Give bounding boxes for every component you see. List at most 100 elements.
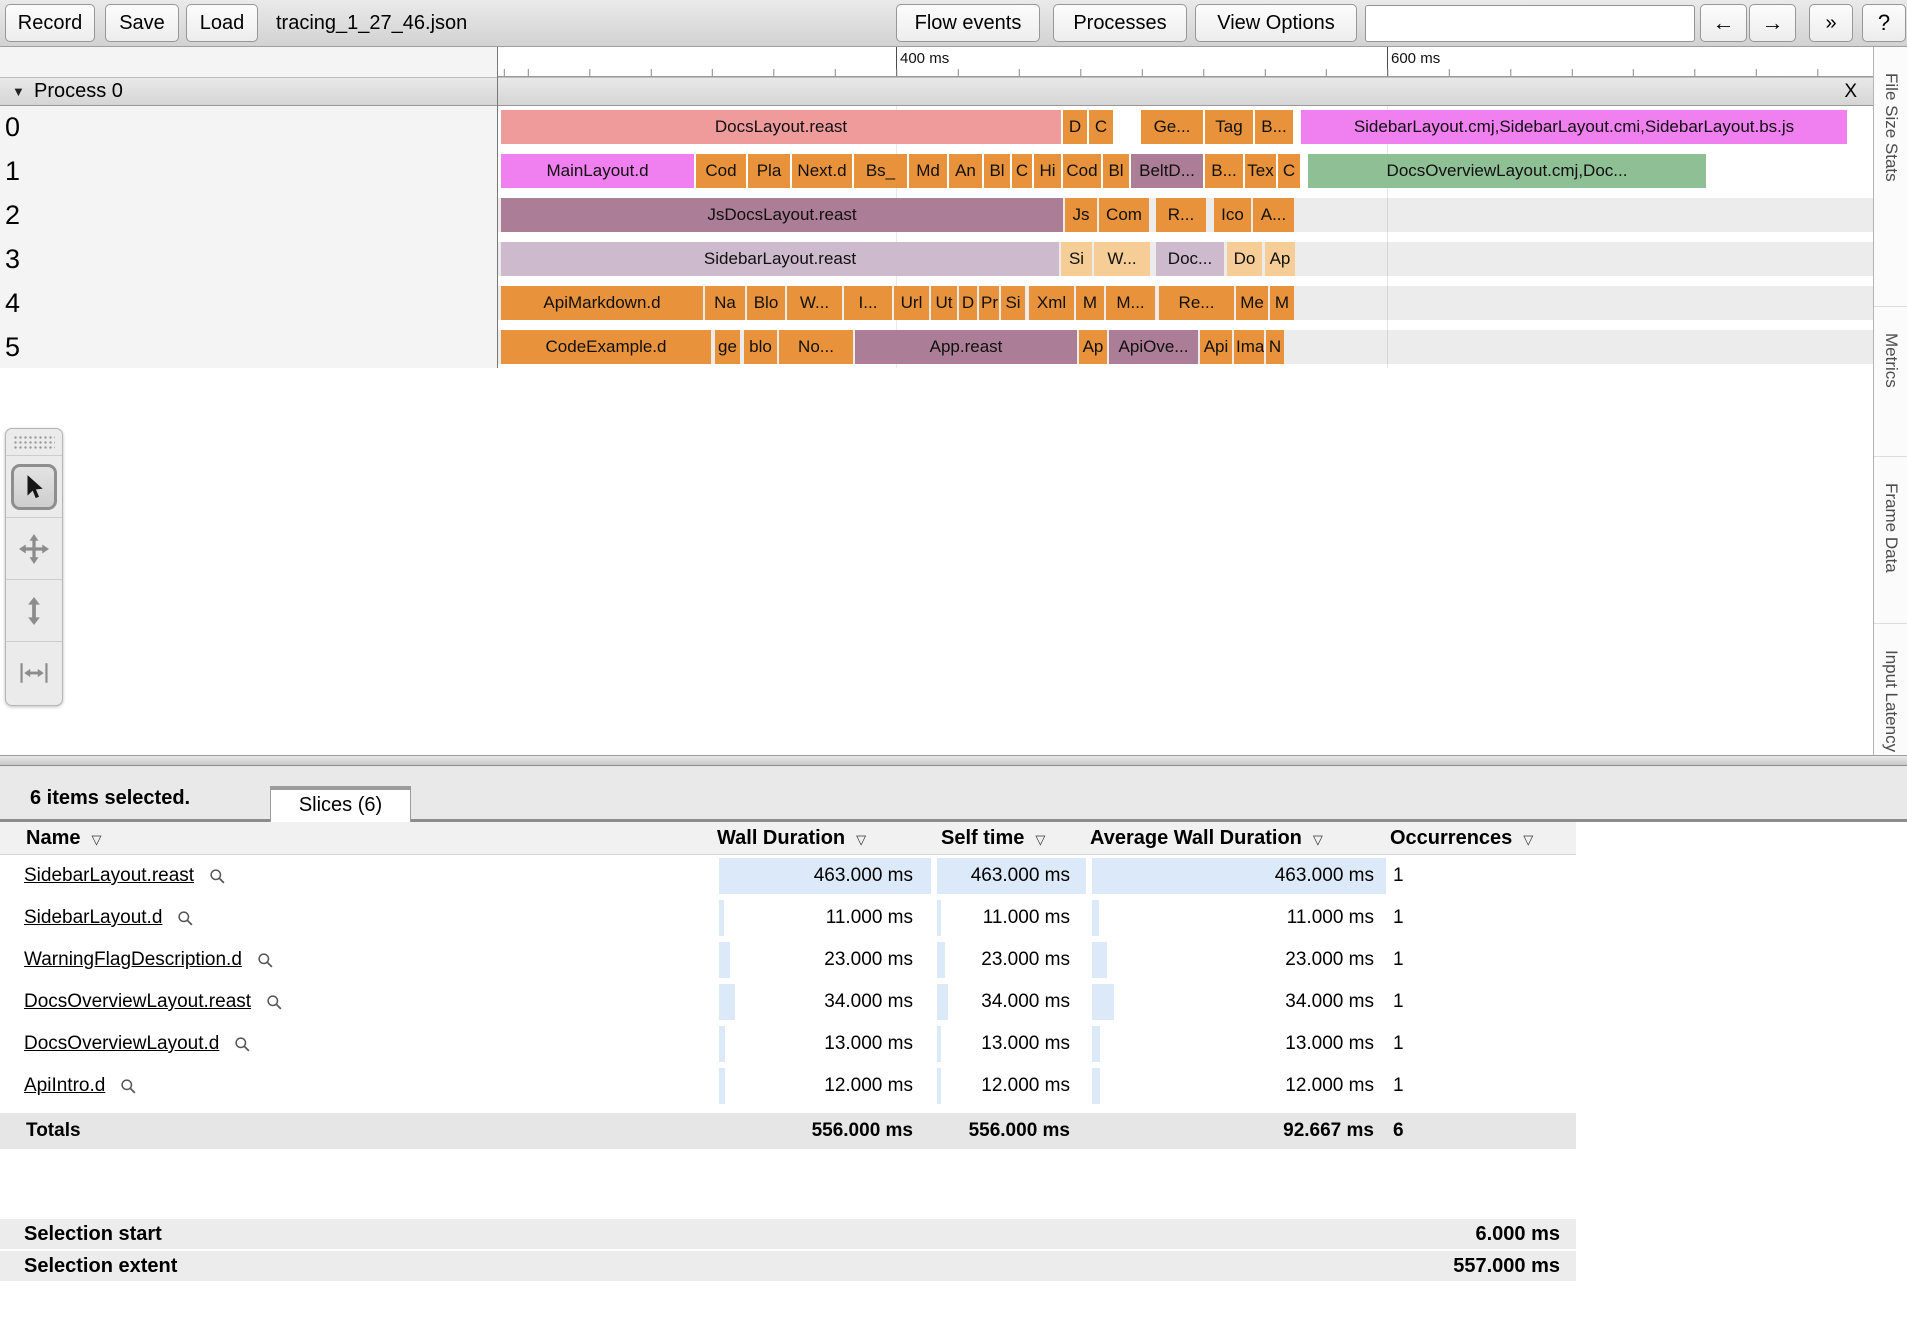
panel-splitter[interactable] bbox=[0, 755, 1907, 766]
sidebar-tab-metrics[interactable]: Metrics bbox=[1874, 307, 1907, 457]
trace-slice[interactable]: Cod bbox=[1063, 154, 1101, 188]
trace-slice[interactable]: I... bbox=[844, 286, 892, 320]
trace-slice[interactable]: Tex bbox=[1245, 154, 1276, 188]
flow-events-button[interactable]: Flow events bbox=[896, 4, 1040, 42]
trace-slice[interactable]: Ima bbox=[1234, 330, 1264, 364]
trace-slice[interactable]: B... bbox=[1255, 110, 1293, 144]
search-input[interactable] bbox=[1365, 5, 1695, 42]
magnifier-icon[interactable] bbox=[120, 1078, 137, 1095]
trace-slice[interactable]: JsDocsLayout.reast bbox=[501, 198, 1063, 232]
trace-slice[interactable]: C bbox=[1089, 110, 1113, 144]
trace-slice[interactable]: M bbox=[1076, 286, 1104, 320]
magnifier-icon[interactable] bbox=[209, 868, 226, 885]
trace-slice[interactable]: Cod bbox=[696, 154, 746, 188]
trace-slice[interactable]: Pr bbox=[979, 286, 999, 320]
timing-select-tool-button[interactable] bbox=[6, 641, 62, 703]
slice-name-link[interactable]: SidebarLayout.d bbox=[24, 907, 162, 929]
trace-slice[interactable]: Com bbox=[1099, 198, 1149, 232]
trace-slice[interactable]: ge bbox=[715, 330, 740, 364]
trace-slice[interactable]: Hi bbox=[1034, 154, 1061, 188]
trace-slice[interactable]: Bl bbox=[1103, 154, 1129, 188]
find-next-button[interactable]: → bbox=[1749, 4, 1796, 42]
column-header-name[interactable]: Name ▽ bbox=[0, 827, 717, 850]
trace-slice[interactable]: Tag bbox=[1205, 110, 1253, 144]
slice-name-link[interactable]: WarningFlagDescription.d bbox=[24, 949, 242, 971]
trace-slice[interactable]: BeltD... bbox=[1131, 154, 1203, 188]
trace-slice[interactable]: Ut bbox=[931, 286, 957, 320]
trace-slice[interactable]: Blo bbox=[747, 286, 785, 320]
trace-slice[interactable]: SidebarLayout.reast bbox=[501, 242, 1059, 276]
sidebar-tab-frame-data[interactable]: Frame Data bbox=[1874, 457, 1907, 624]
magnifier-icon[interactable] bbox=[234, 1036, 251, 1053]
magnifier-icon[interactable] bbox=[257, 952, 274, 969]
trace-slice[interactable]: Ge... bbox=[1141, 110, 1203, 144]
processes-button[interactable]: Processes bbox=[1053, 4, 1187, 42]
trace-slice[interactable]: Api bbox=[1200, 330, 1232, 364]
trace-slice[interactable]: No... bbox=[779, 330, 853, 364]
tab-slices[interactable]: Slices (6) bbox=[270, 786, 411, 822]
trace-slice[interactable]: Si bbox=[1061, 242, 1092, 276]
trace-slice[interactable]: C bbox=[1012, 154, 1032, 188]
trace-slice[interactable]: Bs_ bbox=[854, 154, 907, 188]
zoom-tool-button[interactable] bbox=[6, 579, 62, 641]
trace-slice[interactable]: An bbox=[949, 154, 982, 188]
trace-slice[interactable]: W... bbox=[787, 286, 842, 320]
trace-slice[interactable]: N bbox=[1266, 330, 1284, 364]
slice-name-link[interactable]: DocsOverviewLayout.reast bbox=[24, 991, 251, 1013]
slice-name-link[interactable]: ApiIntro.d bbox=[24, 1075, 105, 1097]
trace-slice[interactable]: Ap bbox=[1265, 242, 1295, 276]
load-button[interactable]: Load bbox=[186, 4, 258, 42]
find-previous-button[interactable]: ← bbox=[1700, 4, 1747, 42]
trace-slice[interactable]: R... bbox=[1156, 198, 1206, 232]
magnifier-icon[interactable] bbox=[266, 994, 283, 1011]
timeline-ruler[interactable]: 400 ms 600 ms bbox=[498, 47, 1873, 77]
trace-slice[interactable]: M... bbox=[1106, 286, 1155, 320]
trace-slice[interactable]: Si bbox=[1001, 286, 1025, 320]
close-process-button[interactable]: X bbox=[1844, 78, 1857, 105]
trace-slice[interactable]: Doc... bbox=[1156, 242, 1224, 276]
trace-slice[interactable]: Re... bbox=[1159, 286, 1234, 320]
slice-name-link[interactable]: SidebarLayout.reast bbox=[24, 865, 194, 887]
selection-tool-button[interactable] bbox=[11, 463, 57, 510]
trace-slice[interactable]: ApiMarkdown.d bbox=[501, 286, 703, 320]
trace-slice[interactable]: Na bbox=[705, 286, 745, 320]
column-header-occurrences[interactable]: Occurrences ▽ bbox=[1390, 827, 1576, 850]
collapse-icon[interactable]: ▼ bbox=[12, 78, 25, 105]
trace-slice[interactable]: M bbox=[1270, 286, 1294, 320]
help-button[interactable]: ? bbox=[1862, 4, 1906, 42]
trace-slice[interactable]: B... bbox=[1205, 154, 1243, 188]
trace-slice[interactable]: CodeExample.d bbox=[501, 330, 711, 364]
column-header-average-wall-duration[interactable]: Average Wall Duration ▽ bbox=[1090, 827, 1390, 850]
column-header-self-time[interactable]: Self time ▽ bbox=[935, 827, 1090, 850]
trace-slice[interactable]: A... bbox=[1253, 198, 1294, 232]
trace-slice[interactable]: W... bbox=[1094, 242, 1150, 276]
trace-slice[interactable]: Js bbox=[1065, 198, 1097, 232]
trace-slice[interactable]: DocsOverviewLayout.cmj,Doc... bbox=[1308, 154, 1706, 188]
magnifier-icon[interactable] bbox=[177, 910, 194, 927]
trace-slice[interactable]: SidebarLayout.cmj,SidebarLayout.cmi,Side… bbox=[1301, 110, 1847, 144]
trace-slice[interactable]: Md bbox=[909, 154, 947, 188]
sidebar-tab-input-latency[interactable]: Input Latency bbox=[1874, 624, 1907, 755]
slice-name-link[interactable]: DocsOverviewLayout.d bbox=[24, 1033, 219, 1055]
trace-slice[interactable]: ApiOve... bbox=[1109, 330, 1198, 364]
save-button[interactable]: Save bbox=[105, 4, 179, 42]
pan-tool-button[interactable] bbox=[6, 517, 62, 579]
trace-slice[interactable]: Url bbox=[894, 286, 929, 320]
view-options-button[interactable]: View Options bbox=[1195, 4, 1357, 42]
trace-slice[interactable]: Do bbox=[1227, 242, 1262, 276]
trace-slice[interactable]: Next.d bbox=[792, 154, 852, 188]
trace-slice[interactable]: Xml bbox=[1029, 286, 1074, 320]
trace-slice[interactable]: Ap bbox=[1079, 330, 1107, 364]
more-options-button[interactable]: » bbox=[1809, 4, 1853, 42]
trace-slice[interactable]: Pla bbox=[748, 154, 790, 188]
trace-slice[interactable]: Me bbox=[1236, 286, 1268, 320]
trace-slice[interactable]: Bl bbox=[984, 154, 1010, 188]
drag-handle[interactable] bbox=[13, 435, 55, 450]
record-button[interactable]: Record bbox=[5, 4, 95, 42]
trace-slice[interactable]: App.reast bbox=[855, 330, 1077, 364]
trace-slice[interactable]: blo bbox=[744, 330, 777, 364]
trace-slice[interactable]: MainLayout.d bbox=[501, 154, 694, 188]
trace-slice[interactable]: DocsLayout.reast bbox=[501, 110, 1061, 144]
sidebar-tab-file-size-stats[interactable]: File Size Stats bbox=[1874, 47, 1907, 307]
trace-slice[interactable]: C bbox=[1278, 154, 1300, 188]
